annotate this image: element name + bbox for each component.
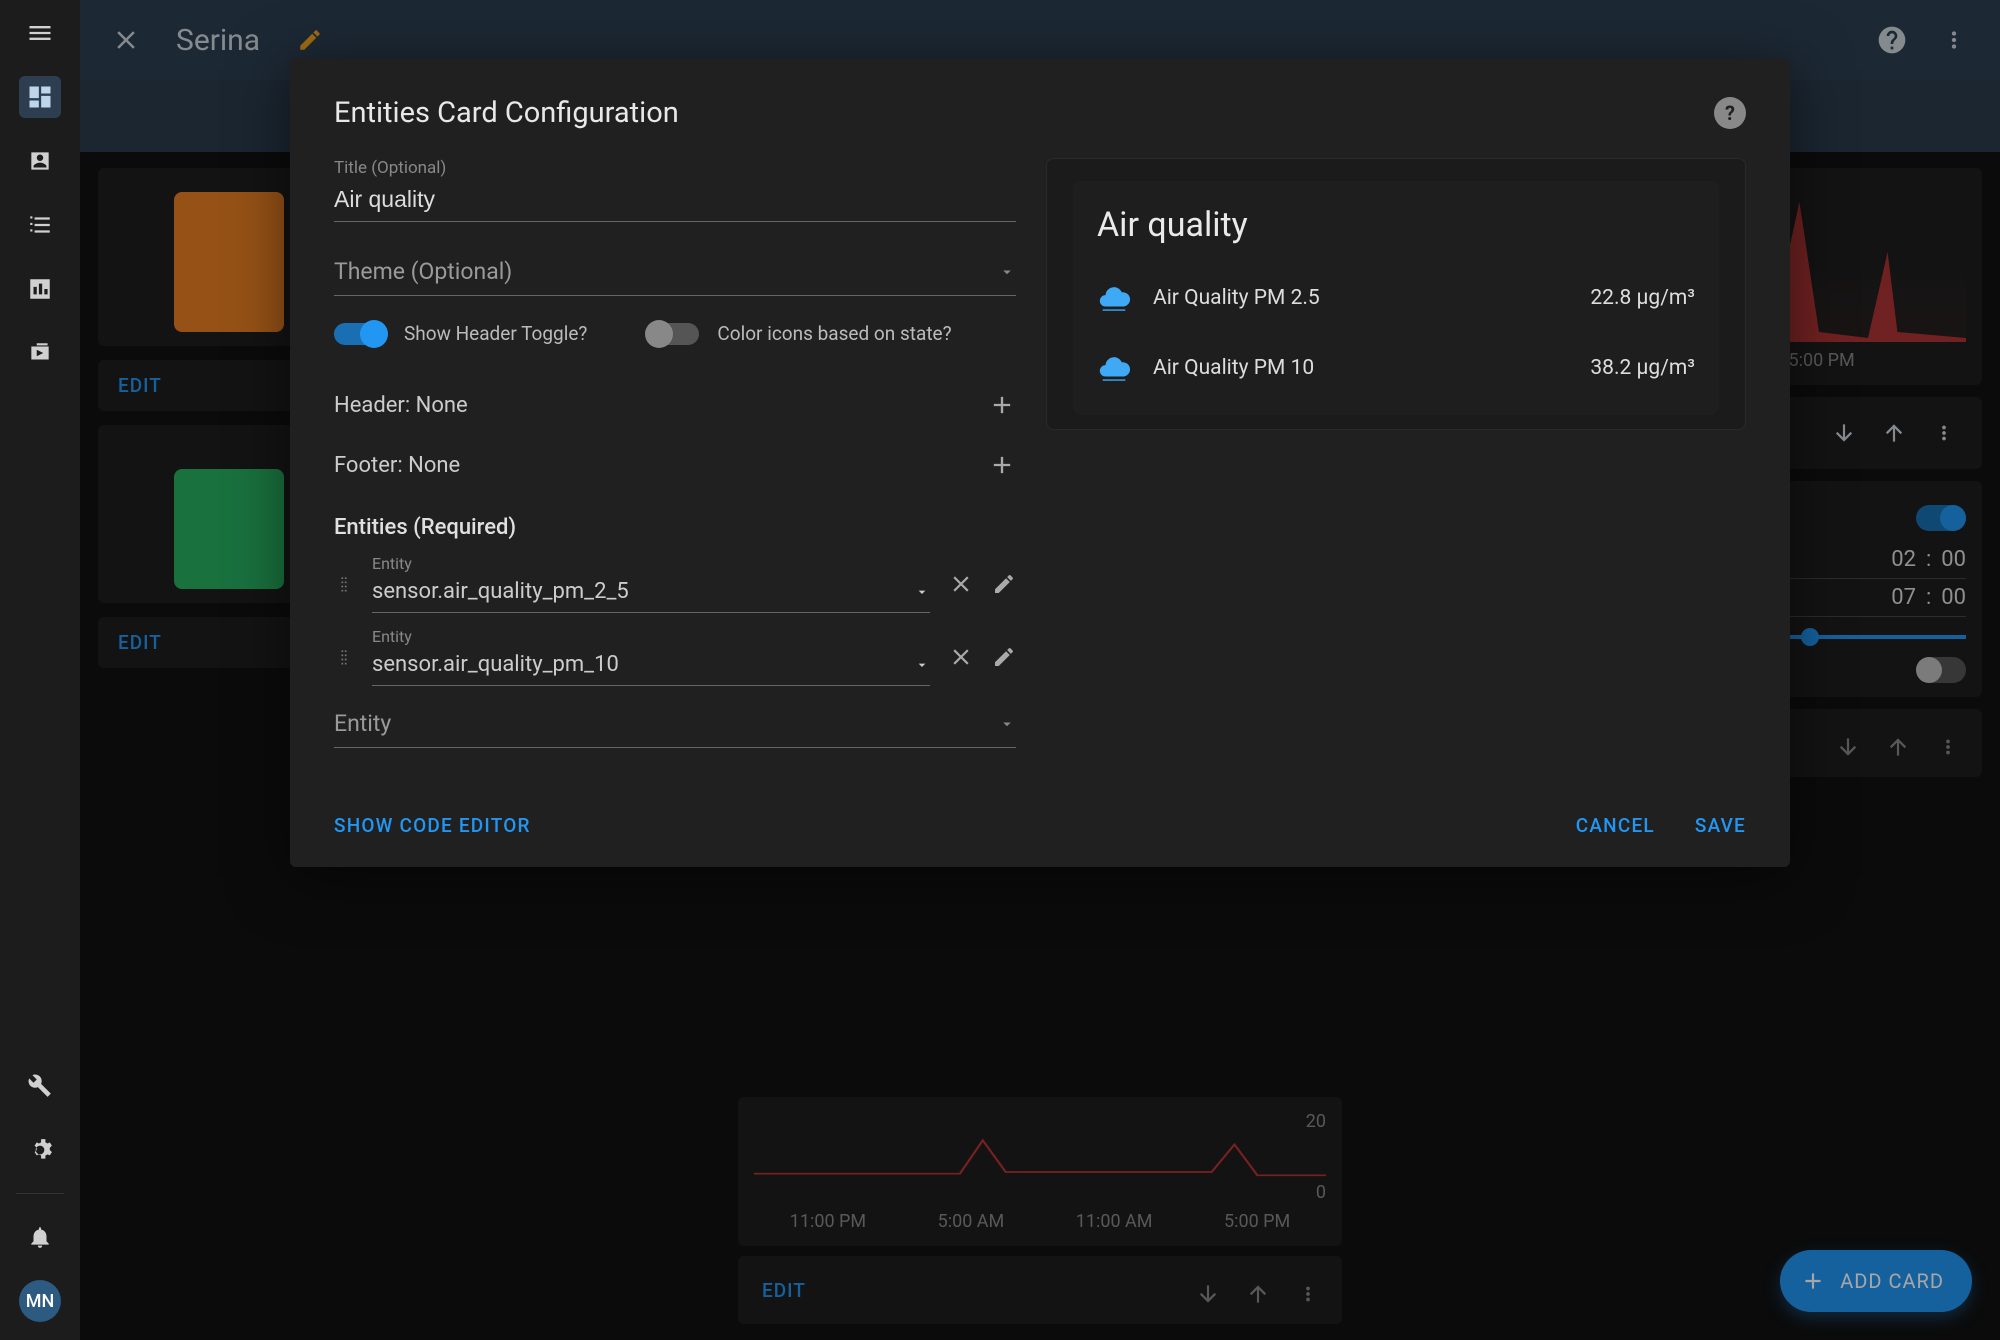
gear-icon[interactable] xyxy=(19,1129,61,1171)
show-header-toggle[interactable] xyxy=(334,323,386,345)
header-none-label: Header: None xyxy=(334,393,468,418)
pencil-icon[interactable] xyxy=(992,645,1016,669)
chevron-down-icon xyxy=(998,263,1016,281)
wrench-icon[interactable] xyxy=(19,1065,61,1107)
preview-frame: Air quality Air Quality PM 2.5 22.8 μg/m… xyxy=(1046,158,1746,430)
entity-row: Entity sensor.air_quality_pm_10 xyxy=(334,627,1016,686)
preview-value: 22.8 μg/m³ xyxy=(1590,286,1695,310)
modal-scrim[interactable]: Entities Card Configuration ? Title (Opt… xyxy=(80,0,2000,1340)
cloud-icon xyxy=(1097,281,1131,315)
avatar[interactable]: MN xyxy=(19,1280,61,1322)
new-entity-field[interactable]: Entity xyxy=(334,700,1016,748)
person-icon[interactable] xyxy=(19,140,61,182)
dashboard-icon[interactable] xyxy=(19,76,61,118)
footer-none-label: Footer: None xyxy=(334,453,460,478)
preview-value: 38.2 μg/m³ xyxy=(1590,356,1695,380)
pencil-icon[interactable] xyxy=(992,572,1016,596)
chevron-down-icon xyxy=(914,657,930,673)
media-icon[interactable] xyxy=(19,332,61,374)
list-icon[interactable] xyxy=(19,204,61,246)
dialog-title: Entities Card Configuration xyxy=(334,96,679,130)
save-button[interactable]: SAVE xyxy=(1695,814,1746,837)
drag-handle-icon[interactable] xyxy=(334,647,354,667)
theme-field[interactable]: Theme (Optional) xyxy=(334,248,1016,296)
cancel-button[interactable]: CANCEL xyxy=(1576,814,1655,837)
bell-icon[interactable] xyxy=(19,1216,61,1258)
color-icons-toggle[interactable] xyxy=(647,323,699,345)
bar-chart-icon[interactable] xyxy=(19,268,61,310)
show-code-editor-button[interactable]: SHOW CODE EDITOR xyxy=(334,814,531,837)
entity-select[interactable]: sensor.air_quality_pm_10 xyxy=(372,648,930,686)
entity-select[interactable]: sensor.air_quality_pm_2_5 xyxy=(372,575,930,613)
cloud-icon xyxy=(1097,351,1131,385)
toggle-label: Color icons based on state? xyxy=(717,322,951,345)
title-input[interactable] xyxy=(334,180,1016,222)
title-field[interactable]: Title (Optional) xyxy=(334,158,1016,222)
preview-title: Air quality xyxy=(1097,205,1695,245)
toggle-label: Show Header Toggle? xyxy=(404,322,587,345)
chevron-down-icon xyxy=(914,584,930,600)
config-dialog: Entities Card Configuration ? Title (Opt… xyxy=(290,58,1790,867)
entity-row: Entity sensor.air_quality_pm_2_5 xyxy=(334,554,1016,613)
entities-heading: Entities (Required) xyxy=(334,515,1016,540)
plus-icon[interactable] xyxy=(988,451,1016,479)
preview-row: Air Quality PM 2.5 22.8 μg/m³ xyxy=(1097,263,1695,333)
preview-row: Air Quality PM 10 38.2 μg/m³ xyxy=(1097,333,1695,403)
close-icon[interactable] xyxy=(948,644,974,670)
hamburger-icon[interactable] xyxy=(19,12,61,54)
help-icon[interactable]: ? xyxy=(1714,97,1746,129)
chevron-down-icon xyxy=(998,715,1016,733)
close-icon[interactable] xyxy=(948,571,974,597)
nav-rail: MN xyxy=(0,0,80,1340)
drag-handle-icon[interactable] xyxy=(334,574,354,594)
plus-icon[interactable] xyxy=(988,391,1016,419)
